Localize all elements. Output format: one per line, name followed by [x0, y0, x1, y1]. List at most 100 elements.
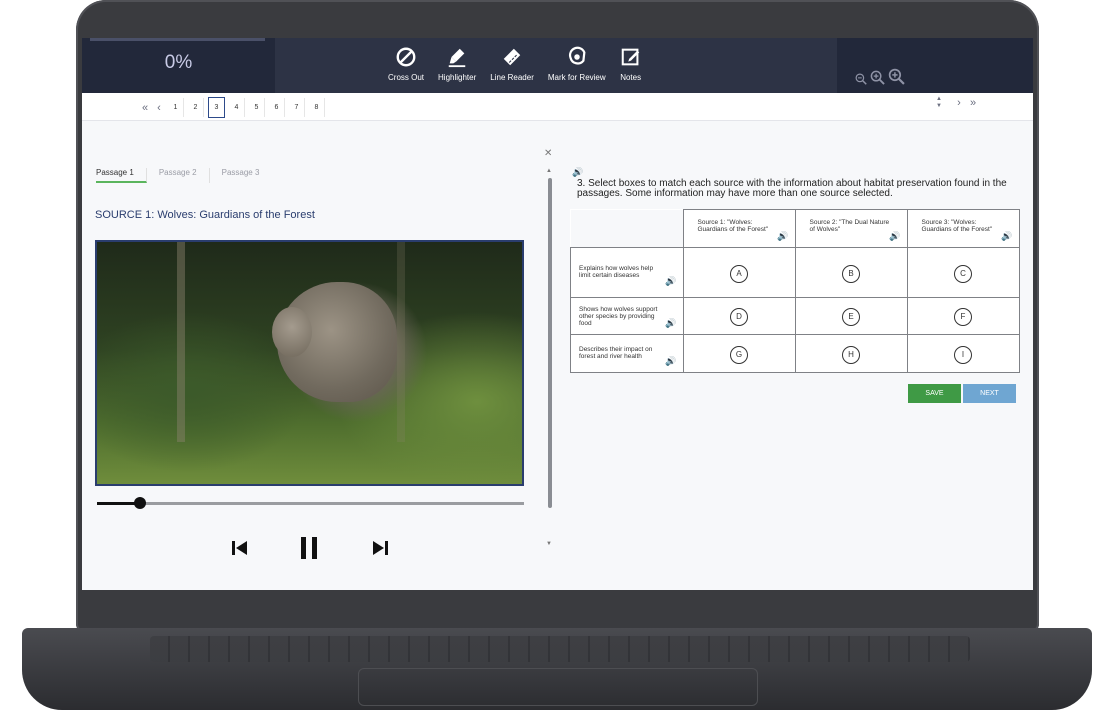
row-label: Shows how wolves support other species b…: [579, 306, 658, 327]
page-button[interactable]: 7: [289, 98, 305, 117]
tab-passage-1[interactable]: Passage 1: [96, 168, 147, 183]
option-a[interactable]: A: [730, 264, 748, 283]
grid-row: Explains how wolves help limit certain d…: [570, 247, 1020, 298]
mark-for-review-icon: [568, 46, 586, 65]
next-button[interactable]: NEXT: [963, 384, 1016, 403]
cross-out-button[interactable]: Cross Out: [388, 46, 424, 82]
scroll-up-arrow-icon[interactable]: ▲: [546, 168, 552, 174]
question-text: 3. Select boxes to match each source wit…: [577, 178, 1007, 199]
option-i[interactable]: I: [954, 345, 972, 364]
pause-icon[interactable]: [299, 536, 319, 565]
option-d[interactable]: D: [730, 308, 748, 326]
speaker-icon[interactable]: 🔊: [889, 231, 900, 242]
speaker-icon[interactable]: 🔊: [1001, 231, 1012, 242]
zoom-controls: [855, 68, 908, 90]
save-button[interactable]: SAVE: [908, 384, 961, 403]
speaker-icon[interactable]: 🔊: [665, 356, 676, 367]
skip-back-icon[interactable]: [231, 540, 249, 561]
scroll-up-icon[interactable]: ▲: [932, 96, 946, 103]
mark-for-review-button[interactable]: Mark for Review: [548, 46, 606, 82]
page-button[interactable]: 8: [309, 98, 325, 117]
page-button[interactable]: 2: [188, 98, 204, 117]
tab-passage-2[interactable]: Passage 2: [159, 168, 210, 183]
option-cell: B: [794, 247, 908, 298]
next-page-icon[interactable]: ›: [952, 97, 966, 109]
zoom-out-icon[interactable]: [855, 72, 867, 90]
option-cell: C: [906, 247, 1020, 298]
option-h[interactable]: H: [842, 345, 860, 364]
line-reader-icon: [503, 48, 521, 66]
video-seek-bar[interactable]: [97, 497, 524, 509]
collapse-panel-icon[interactable]: ✕: [544, 148, 552, 159]
option-e[interactable]: E: [842, 308, 860, 326]
cross-out-label: Cross Out: [388, 73, 425, 82]
notes-label: Notes: [620, 73, 642, 82]
column-header-label: Source 2: "The Dual Nature of Wolves": [809, 219, 890, 233]
page-navigator-right: ▲ ▼ › »: [932, 96, 980, 110]
option-cell: E: [794, 297, 908, 335]
row-label: Describes their impact on forest and riv…: [579, 346, 653, 360]
page-button[interactable]: 6: [269, 98, 285, 117]
progress-percent: 0%: [164, 52, 193, 73]
option-c[interactable]: C: [954, 264, 972, 283]
row-label: Explains how wolves help limit certain d…: [579, 265, 654, 279]
speaker-icon[interactable]: 🔊: [665, 276, 676, 287]
progress-panel: 0%: [82, 38, 275, 93]
column-header: Source 3: "Wolves: Guardians of the Fore…: [906, 209, 1020, 248]
page-button[interactable]: 5: [249, 98, 265, 117]
mark-for-review-label: Mark for Review: [547, 73, 606, 82]
line-reader-label: Line Reader: [490, 73, 534, 82]
option-b[interactable]: B: [842, 264, 860, 283]
option-g[interactable]: G: [730, 345, 748, 364]
progress-track: [90, 38, 265, 41]
matching-grid: Source 1: "Wolves: Guardians of the Fore…: [570, 209, 1020, 373]
grid-row: Describes their impact on forest and riv…: [570, 334, 1020, 373]
tree-trunk: [177, 242, 185, 442]
tab-passage-3[interactable]: Passage 3: [222, 168, 272, 183]
cross-out-icon: [396, 47, 416, 67]
last-page-icon[interactable]: »: [966, 97, 980, 109]
option-f[interactable]: F: [954, 308, 972, 326]
video-controls: [231, 536, 389, 565]
zoom-in-icon[interactable]: [888, 68, 905, 90]
option-cell: D: [682, 297, 796, 335]
source-title: SOURCE 1: Wolves: Guardians of the Fores…: [95, 209, 315, 221]
notes-icon: [621, 48, 639, 66]
passage-scrollbar[interactable]: [548, 178, 552, 508]
pagination-bar: « ‹ 1 2 3 4 5 6 7 8 ▲ ▼ › »: [82, 93, 1033, 121]
first-page-icon[interactable]: «: [138, 102, 152, 114]
grid-header-row: Source 1: "Wolves: Guardians of the Fore…: [570, 209, 1020, 248]
highlighter-button[interactable]: Highlighter: [438, 46, 476, 82]
option-cell: F: [906, 297, 1020, 335]
prev-page-icon[interactable]: ‹: [152, 102, 166, 114]
toolbar: 0% Cross Out Highlighter Line Reader Mar…: [82, 38, 1033, 93]
scroll-up-down-control[interactable]: ▲ ▼: [932, 96, 946, 110]
laptop-keyboard: [150, 636, 970, 662]
page-button-current[interactable]: 3: [208, 97, 225, 118]
passage-tabs: Passage 1 Passage 2 Passage 3: [96, 168, 283, 183]
option-cell: H: [794, 334, 908, 373]
scroll-down-icon[interactable]: ▼: [932, 103, 946, 110]
notes-button[interactable]: Notes: [620, 46, 642, 82]
skip-forward-icon[interactable]: [371, 540, 389, 561]
option-cell: G: [682, 334, 796, 373]
option-cell: I: [906, 334, 1020, 373]
app-screen: 0% Cross Out Highlighter Line Reader Mar…: [82, 38, 1033, 590]
row-label-cell: Explains how wolves help limit certain d…: [570, 247, 684, 298]
page-button[interactable]: 4: [229, 98, 245, 117]
laptop-touchpad: [358, 668, 758, 706]
row-label-cell: Shows how wolves support other species b…: [570, 297, 684, 335]
tree-trunk: [397, 242, 405, 442]
video-seek-handle[interactable]: [133, 497, 146, 509]
zoom-reset-icon[interactable]: [870, 70, 885, 90]
speaker-icon[interactable]: 🔊: [777, 231, 788, 242]
speaker-icon[interactable]: 🔊: [572, 167, 583, 178]
speaker-icon[interactable]: 🔊: [665, 318, 676, 329]
scroll-down-arrow-icon[interactable]: ▼: [546, 541, 552, 547]
page-button[interactable]: 1: [168, 98, 184, 117]
line-reader-button[interactable]: Line Reader: [490, 46, 534, 82]
video-player[interactable]: [95, 240, 524, 486]
grid-row: Shows how wolves support other species b…: [570, 297, 1020, 335]
column-header: Source 2: "The Dual Nature of Wolves" 🔊: [794, 209, 908, 248]
highlighter-icon: [448, 48, 466, 68]
